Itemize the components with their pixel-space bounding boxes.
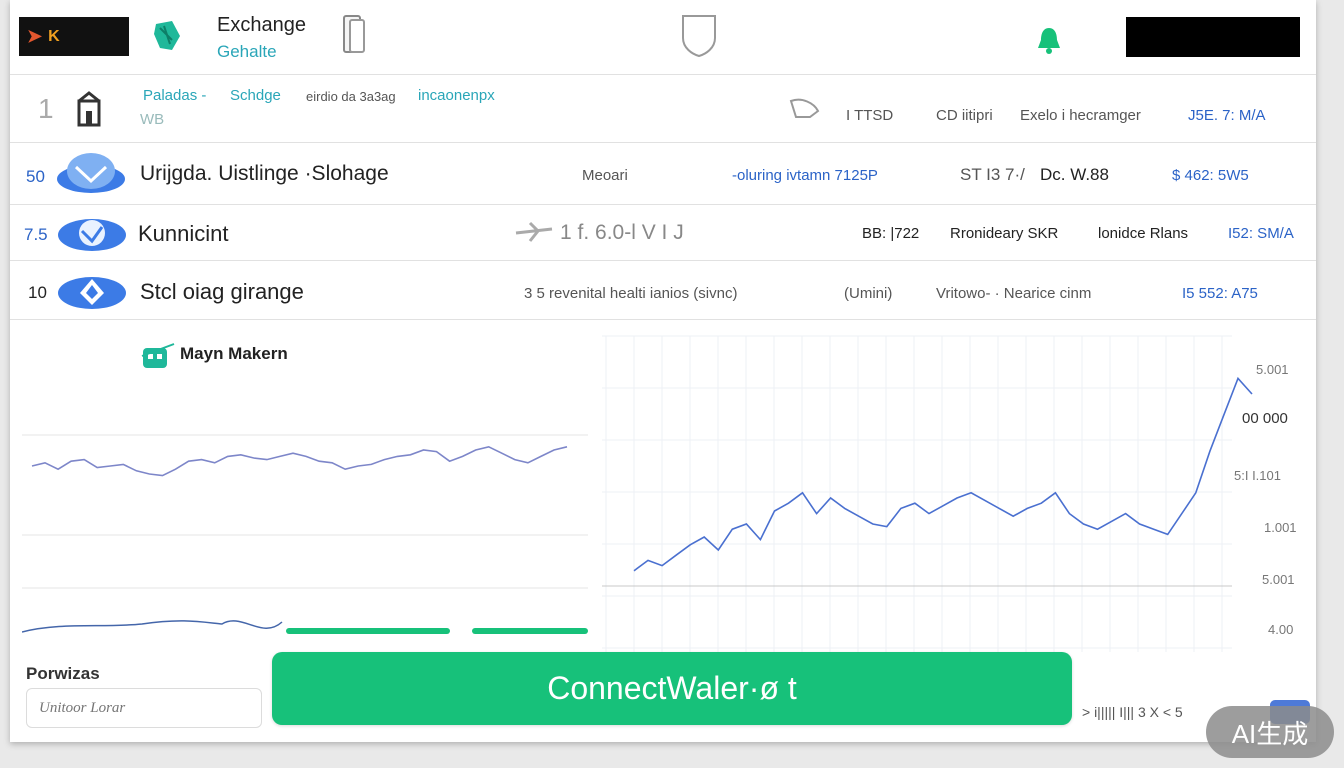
building-icon (77, 91, 101, 127)
row-col-2: (Umini) (844, 285, 893, 302)
coin-icon (58, 219, 126, 251)
progress-bar-2 (472, 628, 588, 634)
coin-icon (58, 277, 126, 309)
search-input[interactable] (26, 688, 262, 728)
watermark-badge: AI生成 (1206, 706, 1334, 758)
header-sub-label: WB (140, 111, 165, 128)
shield-icon[interactable] (678, 12, 720, 58)
y-tick-label: 1.001 (1264, 520, 1297, 535)
header-col-1: I TTSD (846, 107, 894, 124)
row-col-3: Rronideary SKR (950, 225, 1059, 242)
nav-link-3[interactable]: eirdio da 3a3ag (306, 89, 396, 104)
row-col-5: $ 462: 5W5 (1172, 167, 1249, 184)
y-tick-label: 5.001 (1262, 572, 1295, 587)
header-col-3: Exelo i hecramger (1020, 107, 1141, 124)
progress-bar-1 (286, 628, 450, 634)
brand-logo[interactable]: ➤ K (19, 17, 129, 56)
row-col-1: 1 f. 6.0-l V I J (560, 221, 684, 244)
left-series-line (31, 445, 568, 477)
y-tick-label: 5:I I.101 (1234, 468, 1281, 483)
main-chart-panel: 5.001 00 000 5:I I.101 1.001 5.001 4.00 (592, 322, 1310, 658)
main-line-chart (602, 335, 1253, 652)
nav-link-4[interactable]: incaonenpx (418, 87, 495, 104)
app-window: ➤ K Exchange Gehalte 1 Paladas - Schdge … (10, 0, 1316, 742)
header-rank: 1 (38, 93, 54, 124)
row-col-1: 3 5 revenital healti ianios (sivnc) (524, 285, 738, 302)
plane-icon (515, 221, 553, 242)
document-icon[interactable] (340, 12, 368, 56)
y-tick-label: 00 000 (1242, 410, 1288, 427)
y-tick-label: 4.00 (1268, 622, 1294, 637)
bottom-label: Porwizas (26, 664, 100, 683)
row-name: Urijgda. Uistlinge ·Slohage (140, 162, 389, 185)
row-col-4: lonidce Rlans (1098, 225, 1189, 242)
nav-link-1[interactable]: Paladas - (143, 87, 206, 104)
account-button[interactable] (1126, 17, 1300, 57)
logo-text: K (48, 27, 60, 45)
table-row[interactable]: 50 Urijgda. Uistlinge ·Slohage Meoari -o… (10, 143, 1316, 205)
row-col-3: ST I3 7·/ (960, 165, 1025, 184)
mini-chart-panel: Mayn Makern (22, 322, 588, 644)
row-name: Stcl oiag girange (140, 279, 304, 304)
row-rank: 50 (26, 167, 45, 186)
row-rank: 7.5 (24, 225, 48, 244)
header-col-4: J5E. 7: M/A (1188, 107, 1266, 124)
row-col-1: Meoari (582, 167, 628, 184)
coin-icon (57, 153, 125, 193)
table-row[interactable]: 10 Stcl oiag girange 3 5 revenital healt… (10, 261, 1316, 320)
row-rank: 10 (28, 283, 47, 302)
nav-link-2[interactable]: Schdge (230, 87, 281, 104)
connect-wallet-button[interactable]: ConnectWaler·ø t (272, 652, 1072, 725)
row-col-2: -oluring ivtamn 7125P (732, 167, 878, 184)
row-col-3: Vritowo- · Nearice cinm (936, 285, 1092, 302)
header-col-2: CD iitipri (936, 107, 993, 124)
cloud-icon (789, 98, 820, 118)
main-series-line (633, 376, 1253, 572)
top-bar: ➤ K Exchange Gehalte (10, 0, 1316, 75)
brand-title: Exchange (217, 14, 306, 36)
left-line-chart (22, 434, 588, 634)
row-col-2: BB: |722 (862, 225, 920, 242)
chart-grid (602, 335, 1232, 652)
table-header: 1 Paladas - Schdge eirdio da 3a3ag incao… (10, 75, 1316, 143)
bell-icon[interactable] (1036, 26, 1062, 54)
flame-icon: ➤ (27, 26, 43, 46)
row-col-5: I5 552: A75 (1182, 285, 1258, 302)
leaf-icon (154, 21, 180, 50)
table-row[interactable]: 7.5 Kunnicint 1 f. 6.0-l V I J BB: |722 … (10, 205, 1316, 261)
y-tick-label: 5.001 (1256, 362, 1289, 377)
row-col-5: I52: SM/A (1228, 225, 1294, 242)
brand-subtitle: Gehalte (217, 42, 277, 61)
row-name: Kunnicint (138, 221, 229, 246)
row-col-4: Dc. W.88 (1040, 165, 1109, 184)
baseline-series (22, 620, 283, 633)
pagination[interactable]: > i||||| I||| 3 X < 5 (1082, 704, 1183, 720)
